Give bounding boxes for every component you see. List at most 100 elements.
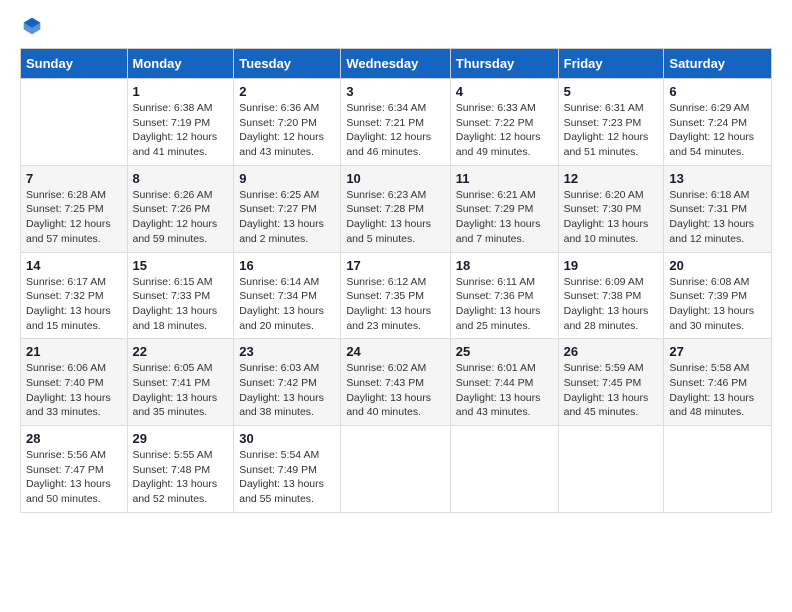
day-info: Sunrise: 6:29 AMSunset: 7:24 PMDaylight:… [669, 101, 766, 160]
day-info: Sunrise: 6:26 AMSunset: 7:26 PMDaylight:… [133, 188, 229, 247]
calendar-cell: 7 Sunrise: 6:28 AMSunset: 7:25 PMDaylight… [21, 165, 128, 252]
day-number: 30 [239, 431, 335, 446]
day-number: 18 [456, 258, 553, 273]
day-number: 19 [564, 258, 659, 273]
day-number: 14 [26, 258, 122, 273]
day-number: 21 [26, 344, 122, 359]
day-info: Sunrise: 6:36 AMSunset: 7:20 PMDaylight:… [239, 101, 335, 160]
calendar-cell: 24 Sunrise: 6:02 AMSunset: 7:43 PMDayligh… [341, 339, 450, 426]
calendar-cell: 29Sunrise: 5:55 AMSunset: 7:48 PMDayligh… [127, 426, 234, 513]
day-number: 26 [564, 344, 659, 359]
weekday-header: Sunday [21, 49, 128, 79]
day-number: 27 [669, 344, 766, 359]
day-number: 12 [564, 171, 659, 186]
calendar-cell: 12 Sunrise: 6:20 AMSunset: 7:30 PMDayligh… [558, 165, 664, 252]
calendar-cell [450, 426, 558, 513]
day-info: Sunrise: 6:33 AMSunset: 7:22 PMDaylight:… [456, 101, 553, 160]
week-row: 14 Sunrise: 6:17 AMSunset: 7:32 PMDayligh… [21, 252, 772, 339]
day-number: 13 [669, 171, 766, 186]
day-number: 8 [133, 171, 229, 186]
calendar-cell: 23 Sunrise: 6:03 AMSunset: 7:42 PMDayligh… [234, 339, 341, 426]
weekday-header: Wednesday [341, 49, 450, 79]
day-info: Sunrise: 6:05 AMSunset: 7:41 PMDaylight:… [133, 361, 229, 420]
logo [20, 16, 42, 36]
calendar-cell: 5 Sunrise: 6:31 AMSunset: 7:23 PMDaylight… [558, 79, 664, 166]
day-info: Sunrise: 5:54 AMSunset: 7:49 PMDaylight:… [239, 448, 335, 507]
calendar-cell: 13 Sunrise: 6:18 AMSunset: 7:31 PMDayligh… [664, 165, 772, 252]
calendar-cell: 2Sunrise: 6:36 AMSunset: 7:20 PMDaylight… [234, 79, 341, 166]
day-number: 1 [133, 84, 229, 99]
calendar-cell [341, 426, 450, 513]
logo-icon [22, 16, 42, 36]
day-info: Sunrise: 6:06 AMSunset: 7:40 PMDaylight:… [26, 361, 122, 420]
day-number: 7 [26, 171, 122, 186]
day-number: 23 [239, 344, 335, 359]
day-number: 5 [564, 84, 659, 99]
day-info: Sunrise: 6:02 AMSunset: 7:43 PMDaylight:… [346, 361, 444, 420]
calendar-cell: 15 Sunrise: 6:15 AMSunset: 7:33 PMDayligh… [127, 252, 234, 339]
day-info: Sunrise: 5:56 AMSunset: 7:47 PMDaylight:… [26, 448, 122, 507]
day-info: Sunrise: 6:15 AMSunset: 7:33 PMDaylight:… [133, 275, 229, 334]
day-info: Sunrise: 6:25 AMSunset: 7:27 PMDaylight:… [239, 188, 335, 247]
day-number: 20 [669, 258, 766, 273]
calendar-cell: 28 Sunrise: 5:56 AMSunset: 7:47 PMDayligh… [21, 426, 128, 513]
day-info: Sunrise: 5:55 AMSunset: 7:48 PMDaylight:… [133, 448, 229, 507]
calendar-cell: 19 Sunrise: 6:09 AMSunset: 7:38 PMDayligh… [558, 252, 664, 339]
day-number: 11 [456, 171, 553, 186]
calendar-cell: 14 Sunrise: 6:17 AMSunset: 7:32 PMDayligh… [21, 252, 128, 339]
weekday-header: Monday [127, 49, 234, 79]
calendar: SundayMondayTuesdayWednesdayThursdayFrid… [20, 48, 772, 513]
day-number: 22 [133, 344, 229, 359]
week-row: 28 Sunrise: 5:56 AMSunset: 7:47 PMDayligh… [21, 426, 772, 513]
day-info: Sunrise: 6:08 AMSunset: 7:39 PMDaylight:… [669, 275, 766, 334]
day-info: Sunrise: 6:09 AMSunset: 7:38 PMDaylight:… [564, 275, 659, 334]
calendar-cell: 21 Sunrise: 6:06 AMSunset: 7:40 PMDayligh… [21, 339, 128, 426]
header [20, 16, 772, 36]
calendar-cell: 18Sunrise: 6:11 AMSunset: 7:36 PMDayligh… [450, 252, 558, 339]
day-info: Sunrise: 6:21 AMSunset: 7:29 PMDaylight:… [456, 188, 553, 247]
calendar-cell: 11 Sunrise: 6:21 AMSunset: 7:29 PMDayligh… [450, 165, 558, 252]
day-info: Sunrise: 6:31 AMSunset: 7:23 PMDaylight:… [564, 101, 659, 160]
day-number: 10 [346, 171, 444, 186]
calendar-cell [21, 79, 128, 166]
day-number: 9 [239, 171, 335, 186]
day-number: 3 [346, 84, 444, 99]
week-row: 1 Sunrise: 6:38 AMSunset: 7:19 PMDaylight… [21, 79, 772, 166]
calendar-cell: 17 Sunrise: 6:12 AMSunset: 7:35 PMDayligh… [341, 252, 450, 339]
calendar-cell: 8 Sunrise: 6:26 AMSunset: 7:26 PMDaylight… [127, 165, 234, 252]
calendar-cell: 6 Sunrise: 6:29 AMSunset: 7:24 PMDaylight… [664, 79, 772, 166]
calendar-header: SundayMondayTuesdayWednesdayThursdayFrid… [21, 49, 772, 79]
calendar-cell: 10 Sunrise: 6:23 AMSunset: 7:28 PMDayligh… [341, 165, 450, 252]
weekday-header: Thursday [450, 49, 558, 79]
weekday-row: SundayMondayTuesdayWednesdayThursdayFrid… [21, 49, 772, 79]
day-number: 25 [456, 344, 553, 359]
day-number: 17 [346, 258, 444, 273]
calendar-cell: 4 Sunrise: 6:33 AMSunset: 7:22 PMDaylight… [450, 79, 558, 166]
day-info: Sunrise: 6:20 AMSunset: 7:30 PMDaylight:… [564, 188, 659, 247]
day-info: Sunrise: 6:03 AMSunset: 7:42 PMDaylight:… [239, 361, 335, 420]
calendar-cell: 26 Sunrise: 5:59 AMSunset: 7:45 PMDayligh… [558, 339, 664, 426]
day-number: 6 [669, 84, 766, 99]
day-info: Sunrise: 6:17 AMSunset: 7:32 PMDaylight:… [26, 275, 122, 334]
calendar-cell: 27 Sunrise: 5:58 AMSunset: 7:46 PMDayligh… [664, 339, 772, 426]
calendar-cell: 30 Sunrise: 5:54 AMSunset: 7:49 PMDayligh… [234, 426, 341, 513]
calendar-cell [558, 426, 664, 513]
day-number: 24 [346, 344, 444, 359]
weekday-header: Saturday [664, 49, 772, 79]
day-number: 16 [239, 258, 335, 273]
day-info: Sunrise: 5:58 AMSunset: 7:46 PMDaylight:… [669, 361, 766, 420]
day-number: 28 [26, 431, 122, 446]
day-info: Sunrise: 6:38 AMSunset: 7:19 PMDaylight:… [133, 101, 229, 160]
day-number: 15 [133, 258, 229, 273]
day-info: Sunrise: 6:12 AMSunset: 7:35 PMDaylight:… [346, 275, 444, 334]
calendar-cell: 22 Sunrise: 6:05 AMSunset: 7:41 PMDayligh… [127, 339, 234, 426]
day-info: Sunrise: 6:23 AMSunset: 7:28 PMDaylight:… [346, 188, 444, 247]
day-number: 4 [456, 84, 553, 99]
day-info: Sunrise: 6:28 AMSunset: 7:25 PMDaylight:… [26, 188, 122, 247]
day-info: Sunrise: 6:18 AMSunset: 7:31 PMDaylight:… [669, 188, 766, 247]
calendar-cell [664, 426, 772, 513]
week-row: 21 Sunrise: 6:06 AMSunset: 7:40 PMDayligh… [21, 339, 772, 426]
week-row: 7 Sunrise: 6:28 AMSunset: 7:25 PMDaylight… [21, 165, 772, 252]
day-info: Sunrise: 5:59 AMSunset: 7:45 PMDaylight:… [564, 361, 659, 420]
weekday-header: Tuesday [234, 49, 341, 79]
